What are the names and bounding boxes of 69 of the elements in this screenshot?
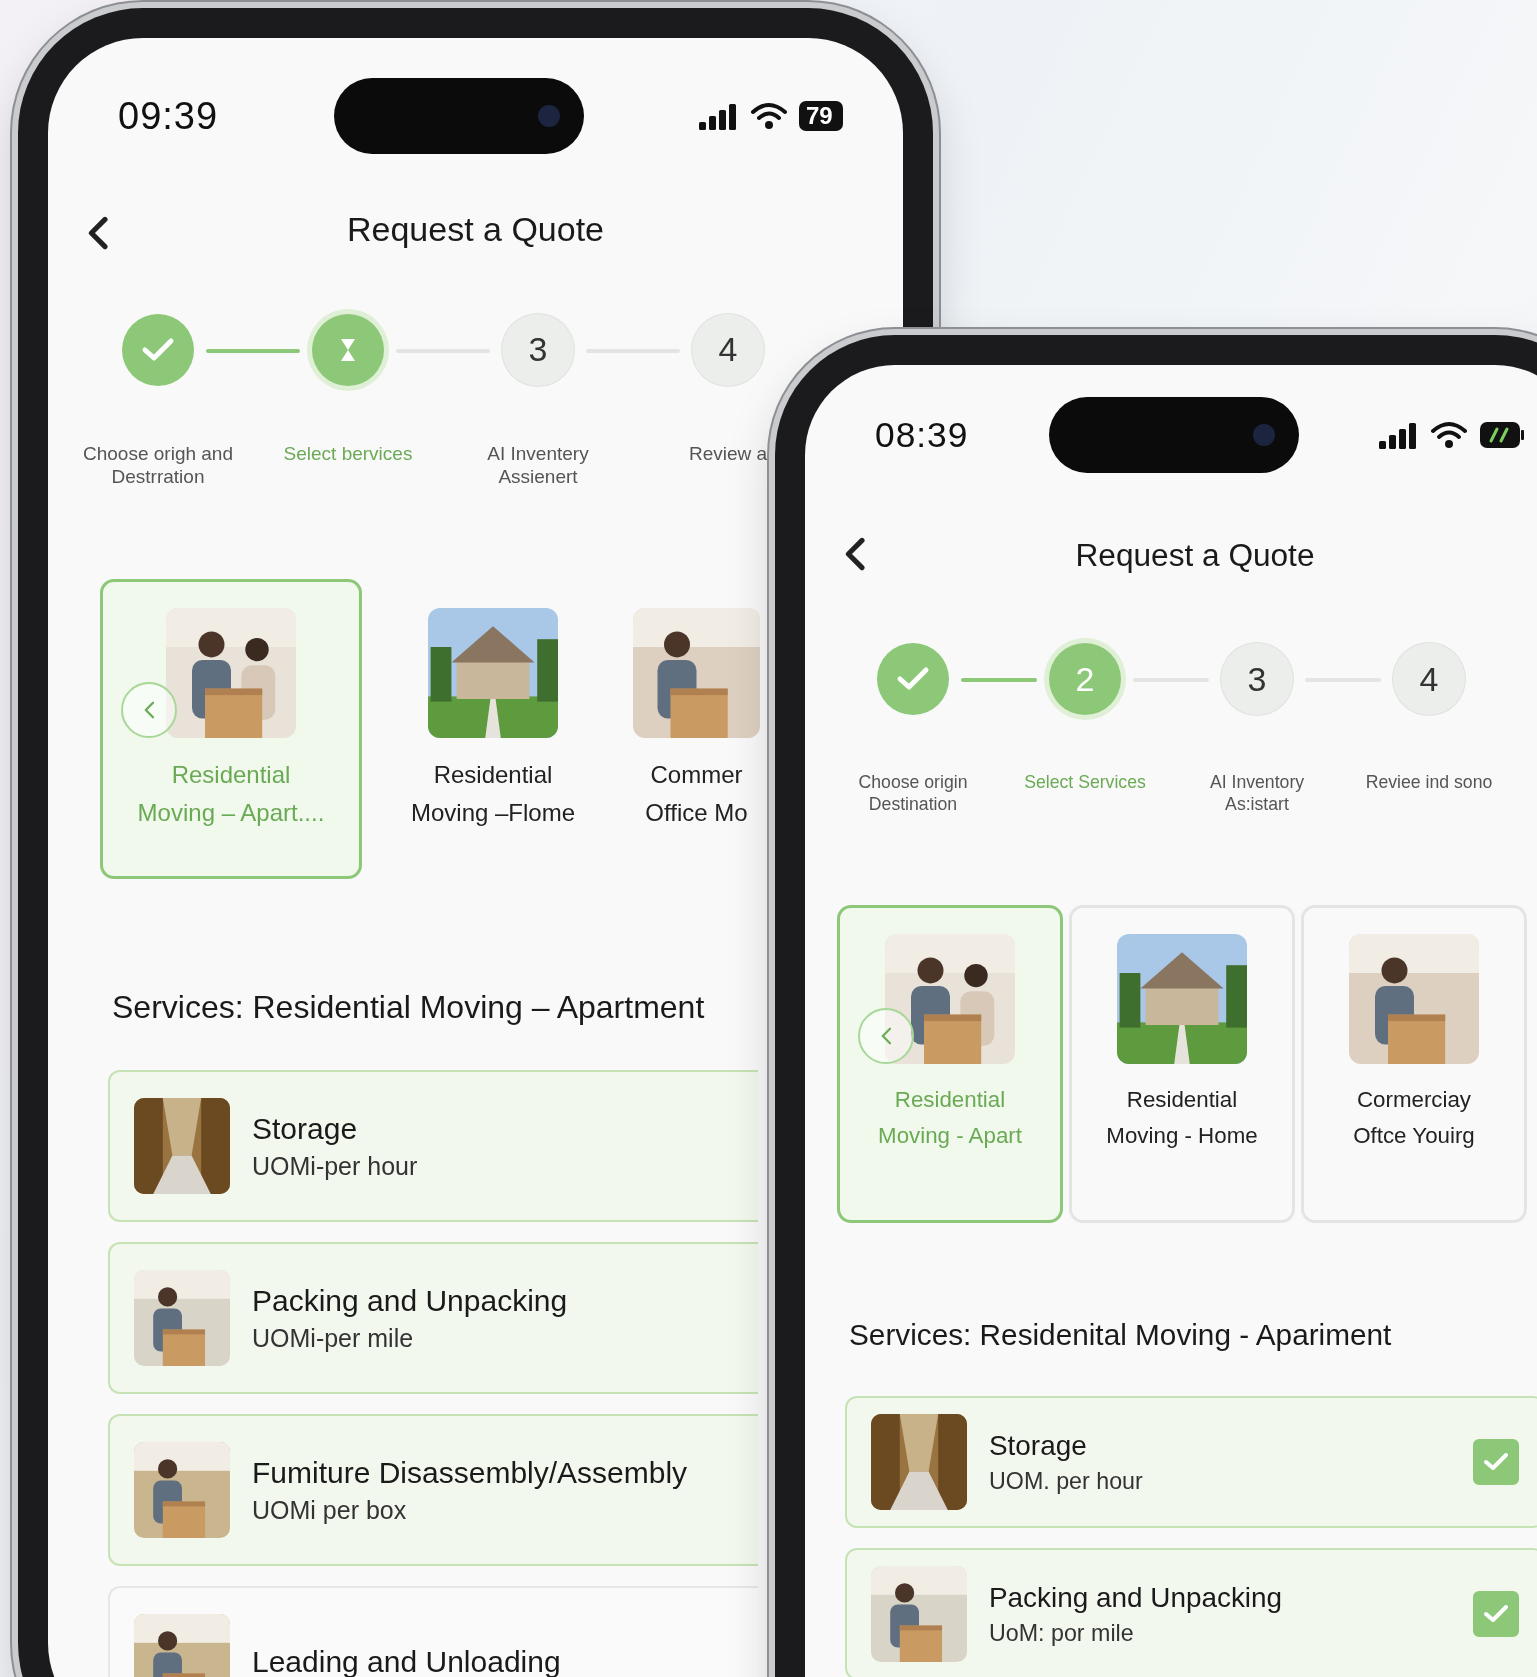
back-icon bbox=[88, 216, 109, 250]
step-indicator: 3 bbox=[1221, 643, 1293, 715]
category-subtitle: Moving –Flome bbox=[410, 798, 576, 829]
service-row[interactable]: Packing and Unpacking UoM: por mile bbox=[845, 1548, 1537, 1677]
wifi-icon bbox=[1431, 421, 1467, 449]
category-title: Cormerciay bbox=[1356, 1086, 1472, 1115]
signal-icon bbox=[1379, 421, 1419, 449]
service-name: Storage bbox=[252, 1111, 359, 1146]
step-label: Select Services bbox=[1024, 771, 1146, 794]
step-label: AI Inventory As:istart bbox=[1209, 771, 1305, 816]
service-checkbox[interactable] bbox=[1473, 1439, 1519, 1486]
service-row[interactable]: Packing and Unpacking UOMi-per mile bbox=[108, 1242, 758, 1394]
screen-title: Request a Quote bbox=[1075, 536, 1315, 574]
service-unit: UOMi per box bbox=[252, 1495, 408, 1525]
service-unit: UoM: por mile bbox=[989, 1619, 1135, 1647]
signal-icon bbox=[699, 102, 739, 130]
category-subtitle: Moving - Home bbox=[1106, 1121, 1258, 1150]
step-label: Review a bbox=[688, 441, 768, 466]
chevron-left-icon bbox=[880, 1027, 892, 1046]
service-checkbox[interactable] bbox=[1473, 1591, 1519, 1638]
section-title: Services: Residential Moving – Apartment bbox=[112, 989, 706, 1026]
category-subtitle: Oftce Youirg bbox=[1353, 1121, 1475, 1150]
check-icon bbox=[896, 666, 930, 692]
carousel-prev-button[interactable] bbox=[121, 682, 177, 738]
step-label: Choose origin Destination bbox=[858, 771, 968, 816]
step-label: Choose origh and Destrration bbox=[83, 441, 233, 489]
category-card[interactable]: Commer Office Mo bbox=[624, 579, 769, 879]
category-title: Residential bbox=[894, 1086, 1006, 1115]
back-icon bbox=[845, 537, 866, 571]
status-time: 09:39 bbox=[118, 94, 219, 138]
step-label: AI Inventery Assienert bbox=[487, 441, 589, 489]
carousel-prev-button[interactable] bbox=[858, 1008, 914, 1065]
step-indicator: 4 bbox=[692, 313, 764, 386]
service-row[interactable]: Storage UOM. per hour bbox=[845, 1396, 1537, 1529]
section-title: Services: Residenital Moving - Apariment bbox=[849, 1318, 1393, 1353]
service-name: Packing and Unpacking bbox=[252, 1283, 569, 1318]
step-label: Select bervices bbox=[283, 441, 413, 466]
service-name: Storage bbox=[989, 1429, 1088, 1462]
service-unit: UOM. per hour bbox=[989, 1467, 1144, 1495]
category-title: Commer bbox=[650, 760, 743, 790]
check-icon bbox=[1483, 1604, 1509, 1625]
check-icon bbox=[1483, 1452, 1509, 1473]
service-unit: UOMi-per hour bbox=[252, 1151, 419, 1181]
service-name: Fumiture Disassembly/Assembly bbox=[252, 1455, 689, 1490]
status-time: 08:39 bbox=[875, 415, 969, 455]
service-row[interactable]: Storage UOMi-per hour bbox=[108, 1070, 758, 1222]
camera-icon bbox=[1252, 424, 1275, 446]
step-indicator: 4 bbox=[1393, 643, 1465, 715]
step-indicator: 3 bbox=[502, 313, 574, 386]
category-title: Residential bbox=[433, 760, 553, 790]
camera-icon bbox=[537, 105, 560, 127]
step-label: Reviee ind sono bbox=[1365, 771, 1493, 794]
service-row[interactable]: Fumiture Disassembly/Assembly UOMi per box bbox=[108, 1414, 758, 1566]
category-title: Residential bbox=[171, 760, 291, 790]
category-subtitle: Moving – Apart.... bbox=[137, 798, 325, 829]
service-name: Packing and Unpacking bbox=[989, 1581, 1284, 1614]
check-icon bbox=[141, 336, 175, 363]
category-title: Residential bbox=[1126, 1086, 1238, 1115]
category-subtitle: Moving - Apart bbox=[878, 1121, 1022, 1150]
category-card[interactable]: Residential Moving –Flome bbox=[362, 579, 624, 879]
category-subtitle: Office Mo bbox=[645, 798, 748, 829]
battery-level: 79 bbox=[799, 101, 843, 131]
screen-title: Request a Quote bbox=[346, 210, 605, 250]
battery-icon bbox=[1479, 421, 1525, 449]
wifi-icon bbox=[751, 102, 787, 130]
category-card[interactable]: Cormerciay Oftce Youirg bbox=[1301, 905, 1527, 1224]
chevron-left-icon bbox=[143, 701, 155, 719]
service-unit: UOMi-per mile bbox=[252, 1323, 415, 1353]
category-card[interactable]: Residential Moving - Home bbox=[1069, 905, 1295, 1224]
